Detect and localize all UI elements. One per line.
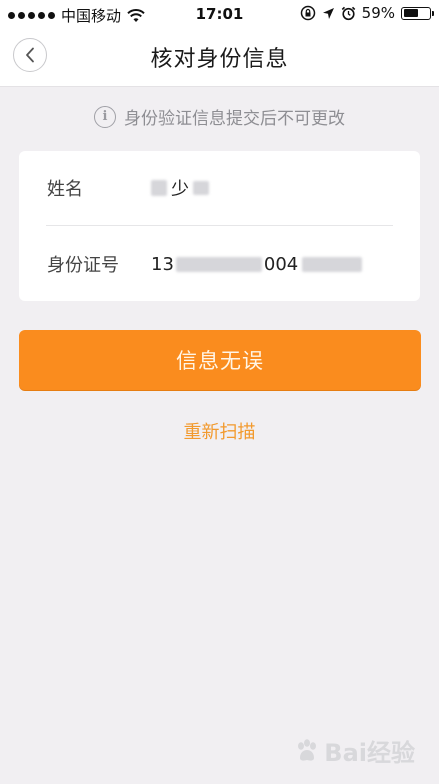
name-value: 少: [151, 175, 209, 201]
id-number-label: 身份证号: [47, 255, 119, 276]
id-number-value: 13 004: [151, 253, 363, 275]
rescan-link[interactable]: 重新扫描: [0, 418, 439, 444]
watermark: Bai经验: [294, 733, 415, 768]
status-bar: 中国移动 17:01 59%: [0, 0, 439, 28]
rotation-lock-icon: [300, 5, 315, 21]
status-right: 59%: [300, 4, 434, 22]
redacted-block: [175, 256, 262, 272]
info-icon: i: [94, 105, 116, 128]
identity-card: 姓名 少 身份证号 13 004: [19, 151, 420, 301]
alarm-icon: [341, 6, 355, 20]
nav-bar: 核对身份信息: [0, 28, 439, 87]
battery-percent: 59%: [361, 4, 395, 22]
row-divider: [46, 225, 393, 226]
name-row: 姓名 少: [19, 151, 420, 225]
name-label: 姓名: [47, 179, 83, 200]
paw-logo-icon: [298, 738, 317, 761]
id-number-row: 身份证号 13 004: [19, 227, 420, 301]
page-title: 核对身份信息: [150, 47, 289, 72]
notice-banner: i 身份验证信息提交后不可更改: [0, 104, 439, 129]
name-visible-char: 少: [171, 179, 189, 200]
watermark-text: Bai经验: [324, 739, 415, 767]
redacted-block: [193, 181, 209, 195]
id-number-prefix: 13: [151, 253, 174, 275]
location-icon: [322, 7, 334, 19]
battery-fill: [403, 9, 418, 17]
redacted-block: [151, 180, 167, 196]
redacted-block: [302, 256, 363, 272]
id-number-middle: 004: [263, 253, 299, 275]
notice-text: 身份验证信息提交后不可更改: [124, 109, 345, 129]
confirm-button[interactable]: 信息无误: [19, 330, 421, 390]
battery-icon: [401, 6, 434, 20]
